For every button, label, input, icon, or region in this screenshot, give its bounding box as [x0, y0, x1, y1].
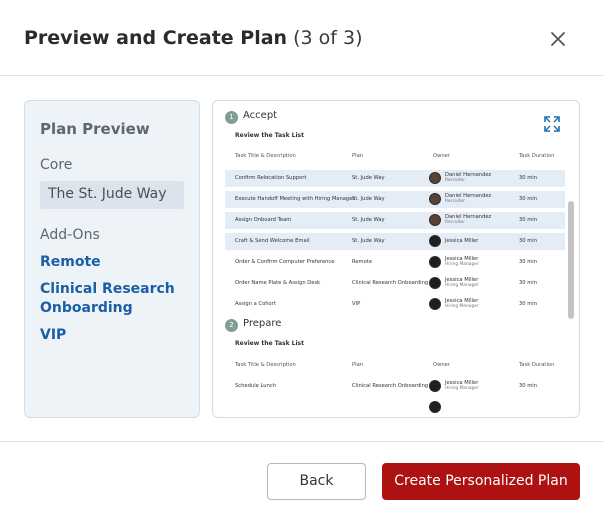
table-row: Order & Confirm Computer Preference Remo…	[225, 254, 565, 271]
task-title: Assign Onboard Team	[235, 217, 292, 223]
core-label: Core	[40, 157, 73, 173]
section-title: Accept	[243, 110, 278, 121]
addon-link-clinical-research-onboarding[interactable]: Clinical Research Onboarding	[40, 280, 180, 318]
addon-link-vip[interactable]: VIP	[40, 326, 66, 345]
table-header: Task Title & Description Plan Owner Task…	[225, 153, 565, 163]
section-title: Prepare	[243, 318, 282, 329]
avatar	[429, 256, 441, 268]
owner-role: Hiring Manager	[445, 262, 479, 267]
column-header-plan: Plan	[352, 153, 364, 159]
task-title: Order Name Plate & Assign Desk	[235, 280, 321, 286]
owner-role: Recruiter	[445, 178, 466, 183]
preview-scrollbar[interactable]	[568, 201, 574, 319]
owner-name: Jessica Miller	[445, 238, 479, 244]
task-duration: 30 min	[519, 196, 538, 202]
avatar	[429, 193, 441, 205]
task-title: Schedule Lunch	[235, 383, 277, 389]
plan-preview-sidebar: Plan Preview Core The St. Jude Way Add-O…	[24, 100, 200, 418]
column-header-plan: Plan	[352, 362, 364, 368]
task-plan: VIP	[352, 301, 361, 307]
avatar	[429, 235, 441, 247]
task-title: Confirm Relocation Support	[235, 175, 307, 181]
task-duration: 30 min	[519, 238, 538, 244]
dialog-title-text: Preview and Create Plan	[24, 27, 288, 49]
owner-role: Hiring Manager	[445, 304, 479, 309]
task-plan: Clinical Research Onboarding	[352, 383, 429, 389]
task-duration: 30 min	[519, 301, 538, 307]
avatar	[429, 380, 441, 392]
owner-role: Recruiter	[445, 199, 466, 204]
avatar	[429, 277, 441, 289]
core-plan-value: The St. Jude Way	[40, 181, 184, 209]
table-row-partial	[225, 399, 565, 413]
plan-preview-heading: Plan Preview	[40, 120, 150, 138]
task-plan: St. Jude Way	[352, 175, 385, 181]
dialog-step-indicator: (3 of 3)	[293, 27, 363, 49]
expand-icon	[544, 116, 560, 132]
task-plan: St. Jude Way	[352, 238, 385, 244]
task-duration: 30 min	[519, 259, 538, 265]
task-title: Craft & Send Welcome Email	[235, 238, 310, 244]
table-row: Craft & Send Welcome Email St. Jude Way …	[225, 233, 565, 250]
section-number-badge: 1	[225, 111, 238, 124]
column-header-duration: Task Duration	[519, 362, 555, 368]
table-header: Task Title & Description Plan Owner Task…	[225, 362, 565, 372]
avatar	[429, 401, 441, 413]
close-icon	[551, 32, 565, 46]
column-header-owner: Owner	[433, 153, 450, 159]
column-header-duration: Task Duration	[519, 153, 555, 159]
owner-role: Hiring Manager	[445, 283, 479, 288]
task-duration: 30 min	[519, 175, 538, 181]
task-title: Assign a Cohort	[235, 301, 276, 307]
task-title: Order & Confirm Computer Preference	[235, 259, 335, 265]
back-button[interactable]: Back	[267, 463, 366, 500]
plan-preview-panel[interactable]: 1 Accept Review the Task List Task Title…	[212, 100, 580, 418]
avatar	[429, 214, 441, 226]
task-duration: 30 min	[519, 280, 538, 286]
preview-create-plan-dialog: Preview and Create Plan (3 of 3) Plan Pr…	[0, 0, 604, 519]
section-subtitle: Review the Task List	[235, 132, 304, 139]
table-row: Order Name Plate & Assign Desk Clinical …	[225, 275, 565, 292]
addons-label: Add-Ons	[40, 227, 100, 243]
section-subtitle: Review the Task List	[235, 340, 304, 347]
avatar	[429, 172, 441, 184]
expand-button[interactable]	[543, 115, 561, 133]
task-plan: St. Jude Way	[352, 196, 385, 202]
table-row: Execute Handoff Meeting with Hiring Mana…	[225, 191, 565, 208]
table-row: Assign a Cohort VIP Jessica Miller Hirin…	[225, 296, 565, 313]
column-header-owner: Owner	[433, 362, 450, 368]
column-header-task: Task Title & Description	[235, 153, 296, 159]
task-plan: Clinical Research Onboarding	[352, 280, 429, 286]
column-header-task: Task Title & Description	[235, 362, 296, 368]
owner-role: Hiring Manager	[445, 386, 479, 391]
table-row: Confirm Relocation Support St. Jude Way …	[225, 170, 565, 187]
table-row: Schedule Lunch Clinical Research Onboard…	[225, 378, 565, 395]
owner-role: Recruiter	[445, 220, 466, 225]
task-title: Execute Handoff Meeting with Hiring Mana…	[235, 196, 355, 202]
dialog-footer: Back Create Personalized Plan	[0, 441, 604, 519]
table-row: Assign Onboard Team St. Jude Way Daniel …	[225, 212, 565, 229]
task-plan: Remote	[352, 259, 373, 265]
create-personalized-plan-button[interactable]: Create Personalized Plan	[382, 463, 580, 500]
dialog-title: Preview and Create Plan (3 of 3)	[24, 27, 363, 49]
section-number-badge: 2	[225, 319, 238, 332]
addon-link-remote[interactable]: Remote	[40, 253, 101, 272]
avatar	[429, 298, 441, 310]
close-button[interactable]	[548, 29, 568, 49]
task-duration: 30 min	[519, 217, 538, 223]
task-plan: St. Jude Way	[352, 217, 385, 223]
dialog-header: Preview and Create Plan (3 of 3)	[0, 0, 604, 76]
task-duration: 30 min	[519, 383, 538, 389]
